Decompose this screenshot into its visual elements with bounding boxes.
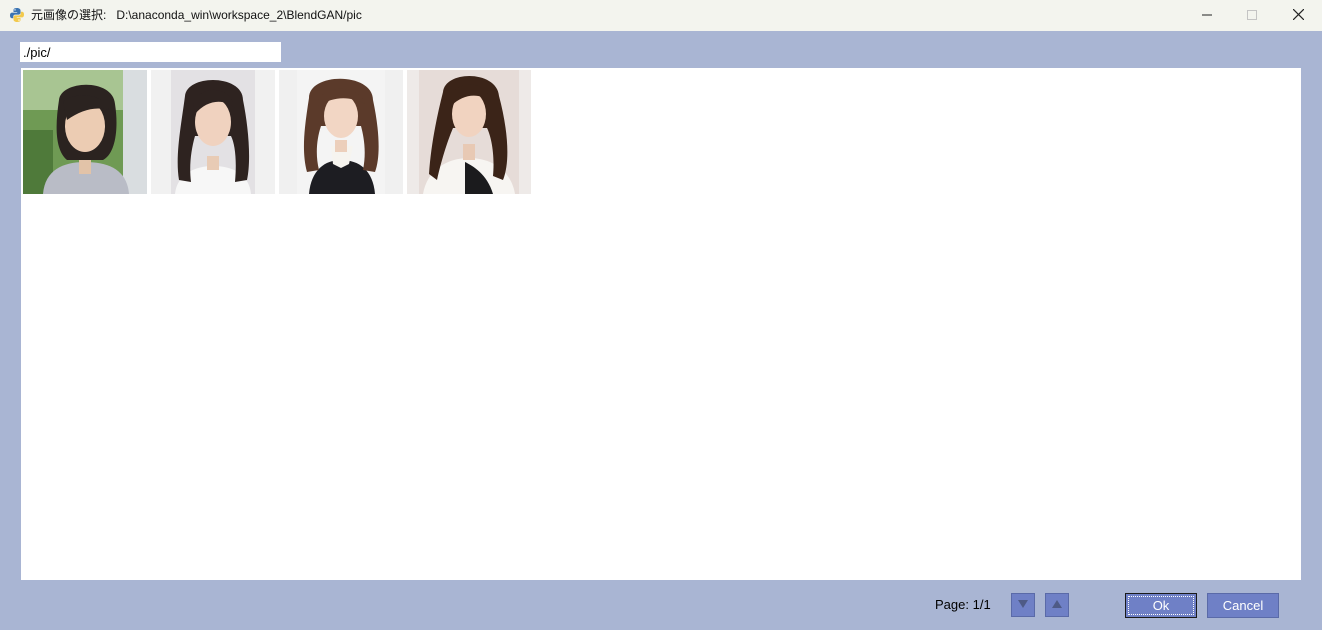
thumbnail-gallery[interactable] — [21, 68, 1301, 580]
window-title-label: 元画像の選択: — [31, 8, 107, 22]
thumbnail-portrait-4[interactable] — [407, 70, 531, 194]
triangle-up-icon — [1052, 599, 1062, 611]
page-down-button[interactable] — [1011, 593, 1035, 617]
triangle-down-icon — [1018, 599, 1028, 611]
minimize-button[interactable] — [1184, 0, 1230, 31]
window-title: 元画像の選択: D:\anaconda_win\workspace_2\Blend… — [31, 0, 362, 31]
thumbnail-portrait-3[interactable] — [279, 70, 403, 194]
page-indicator: Page: 1/1 — [935, 597, 991, 612]
close-icon — [1292, 7, 1304, 25]
page-value: 1/1 — [972, 597, 991, 612]
cancel-button[interactable]: Cancel — [1207, 593, 1279, 618]
minimize-icon — [1202, 7, 1212, 25]
maximize-icon — [1247, 7, 1257, 25]
page-prefix: Page: — [935, 597, 969, 612]
thumbnail-portrait-1[interactable] — [23, 70, 147, 194]
window-title-path: D:\anaconda_win\workspace_2\BlendGAN/pic — [116, 8, 362, 22]
ok-button[interactable]: Ok — [1125, 593, 1197, 618]
path-input[interactable] — [20, 42, 281, 62]
thumbnail-portrait-2[interactable] — [151, 70, 275, 194]
maximize-button[interactable] — [1229, 0, 1275, 31]
python-icon — [9, 7, 25, 23]
title-bar[interactable]: 元画像の選択: D:\anaconda_win\workspace_2\Blend… — [0, 0, 1322, 31]
close-button[interactable] — [1275, 0, 1321, 31]
page-up-button[interactable] — [1045, 593, 1069, 617]
image-select-dialog: 元画像の選択: D:\anaconda_win\workspace_2\Blend… — [0, 0, 1322, 630]
